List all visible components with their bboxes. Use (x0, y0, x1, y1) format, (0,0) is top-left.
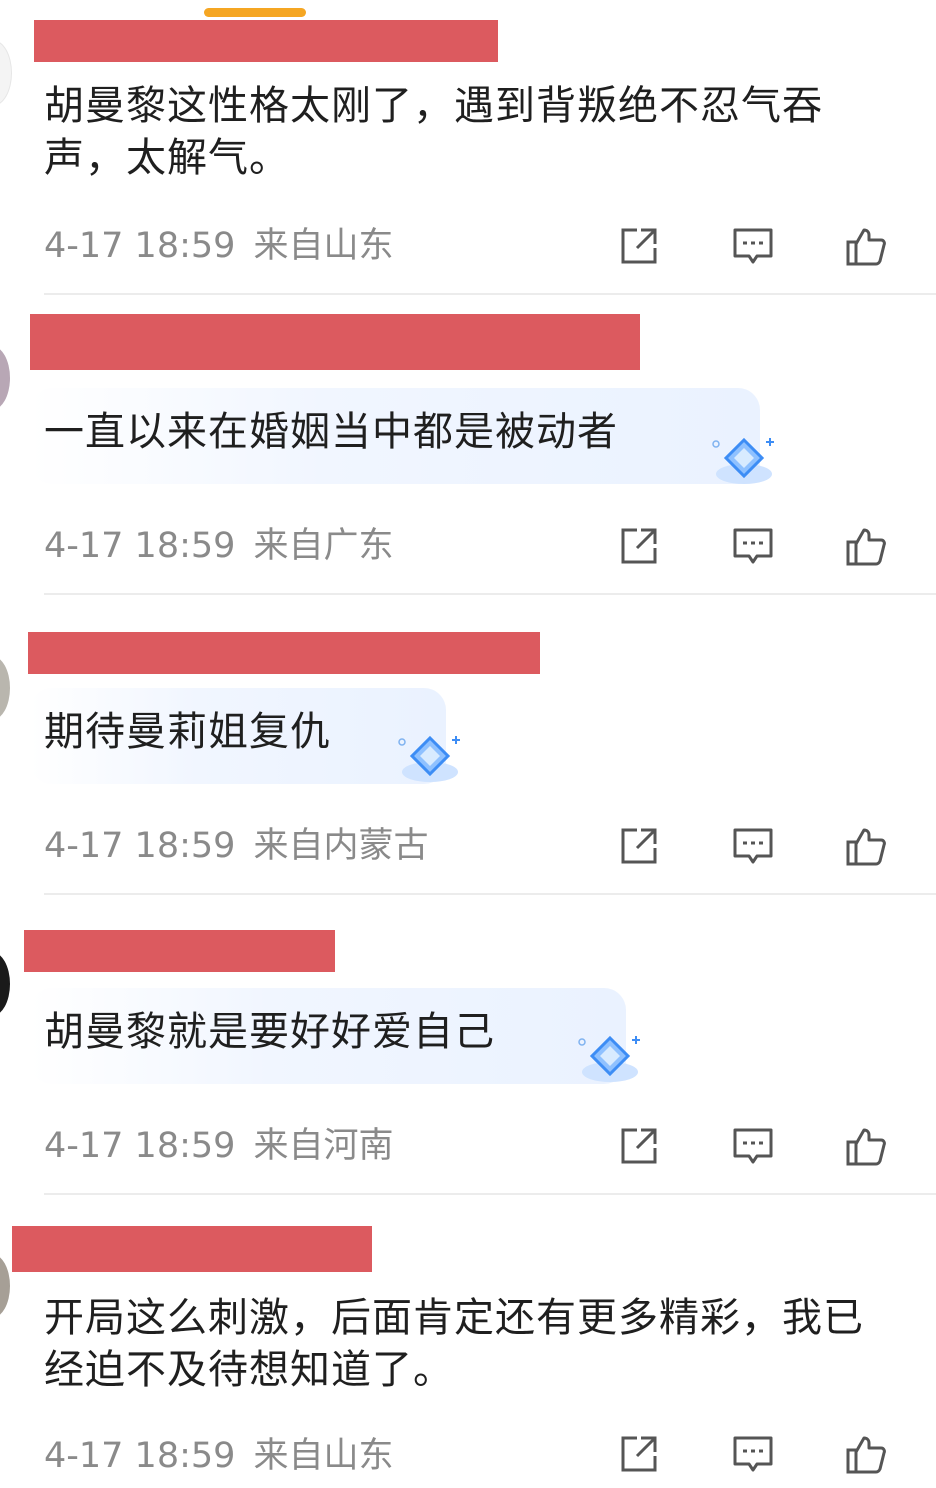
comment-location: 来自河南 (253, 1126, 394, 1166)
comment-item: 胡曼黎就是要好好爱自己 4-17 18:59 来自河南 (0, 896, 936, 1196)
thumbs-up-icon (846, 1128, 886, 1166)
comment-time: 4-17 18:59 (44, 826, 236, 866)
comment-icon (733, 1436, 773, 1472)
comment-location: 来自山东 (253, 226, 394, 266)
share-icon (621, 1128, 657, 1164)
comment-icon (733, 828, 773, 864)
comment-text: 胡曼黎这性格太刚了，遇到背叛绝不忍气吞声，太解气。 (44, 83, 823, 181)
like-button[interactable] (842, 1122, 890, 1170)
comment-location: 来自山东 (253, 1436, 394, 1476)
comment-time: 4-17 18:59 (44, 226, 236, 266)
like-button[interactable] (842, 222, 890, 270)
comment-location: 来自内蒙古 (253, 826, 429, 866)
comment-text: 期待曼莉姐复仇 (44, 709, 331, 755)
share-icon (621, 528, 657, 564)
avatar[interactable] (0, 40, 12, 106)
share-icon (621, 828, 657, 864)
divider (44, 1193, 936, 1195)
like-button[interactable] (842, 522, 890, 570)
divider (44, 893, 936, 895)
comment-meta: 4-17 18:59 来自山东 (44, 226, 393, 266)
comment-item: 开局这么刺激，后面肯定还有更多精彩，我已经迫不及待想知道了。 4-17 18:5… (0, 1196, 936, 1488)
comment-text: 一直以来在婚姻当中都是被动者 (44, 409, 618, 455)
like-button[interactable] (842, 822, 890, 870)
comment-meta: 4-17 18:59 来自山东 (44, 1436, 393, 1476)
comment-time: 4-17 18:59 (44, 1126, 236, 1166)
share-button[interactable] (615, 822, 663, 870)
redacted-username (30, 314, 640, 370)
avatar[interactable] (0, 952, 10, 1016)
comment-time: 4-17 18:59 (44, 1436, 236, 1476)
comment-meta: 4-17 18:59 来自内蒙古 (44, 826, 428, 866)
avatar[interactable] (0, 1254, 10, 1318)
comment-item: 胡曼黎这性格太刚了，遇到背叛绝不忍气吞声，太解气。 4-17 18:59 来自山东 (0, 0, 936, 296)
redacted-username (28, 632, 540, 674)
reply-button[interactable] (729, 222, 777, 270)
thumbs-up-icon (846, 1436, 886, 1474)
share-button[interactable] (615, 1430, 663, 1478)
divider (44, 593, 936, 595)
comment-meta: 4-17 18:59 来自广东 (44, 526, 393, 566)
reply-button[interactable] (729, 522, 777, 570)
divider (44, 293, 936, 295)
share-icon (621, 228, 657, 264)
comment-meta: 4-17 18:59 来自河南 (44, 1126, 393, 1166)
comment-text: 胡曼黎就是要好好爱自己 (44, 1009, 495, 1055)
like-button[interactable] (842, 1430, 890, 1478)
share-button[interactable] (615, 1122, 663, 1170)
redacted-username (24, 930, 335, 972)
comment-icon (733, 1128, 773, 1164)
share-button[interactable] (615, 522, 663, 570)
comment-icon (733, 528, 773, 564)
comment-item: 一直以来在婚姻当中都是被动者 4-17 18:59 来自广东 (0, 296, 936, 596)
comment-time: 4-17 18:59 (44, 526, 236, 566)
reply-button[interactable] (729, 822, 777, 870)
comment-text: 开局这么刺激，后面肯定还有更多精彩，我已经迫不及待想知道了。 (44, 1295, 864, 1393)
comment-icon (733, 228, 773, 264)
thumbs-up-icon (846, 828, 886, 866)
redacted-username (34, 20, 498, 62)
thumbs-up-icon (846, 528, 886, 566)
comment-location: 来自广东 (253, 526, 394, 566)
reply-button[interactable] (729, 1430, 777, 1478)
thumbs-up-icon (846, 228, 886, 266)
share-button[interactable] (615, 222, 663, 270)
comment-item: 期待曼莉姐复仇 4-17 18:59 来自内蒙古 (0, 596, 936, 896)
reply-button[interactable] (729, 1122, 777, 1170)
avatar[interactable] (0, 346, 10, 410)
redacted-username (12, 1226, 372, 1272)
avatar[interactable] (0, 656, 10, 720)
share-icon (621, 1436, 657, 1472)
